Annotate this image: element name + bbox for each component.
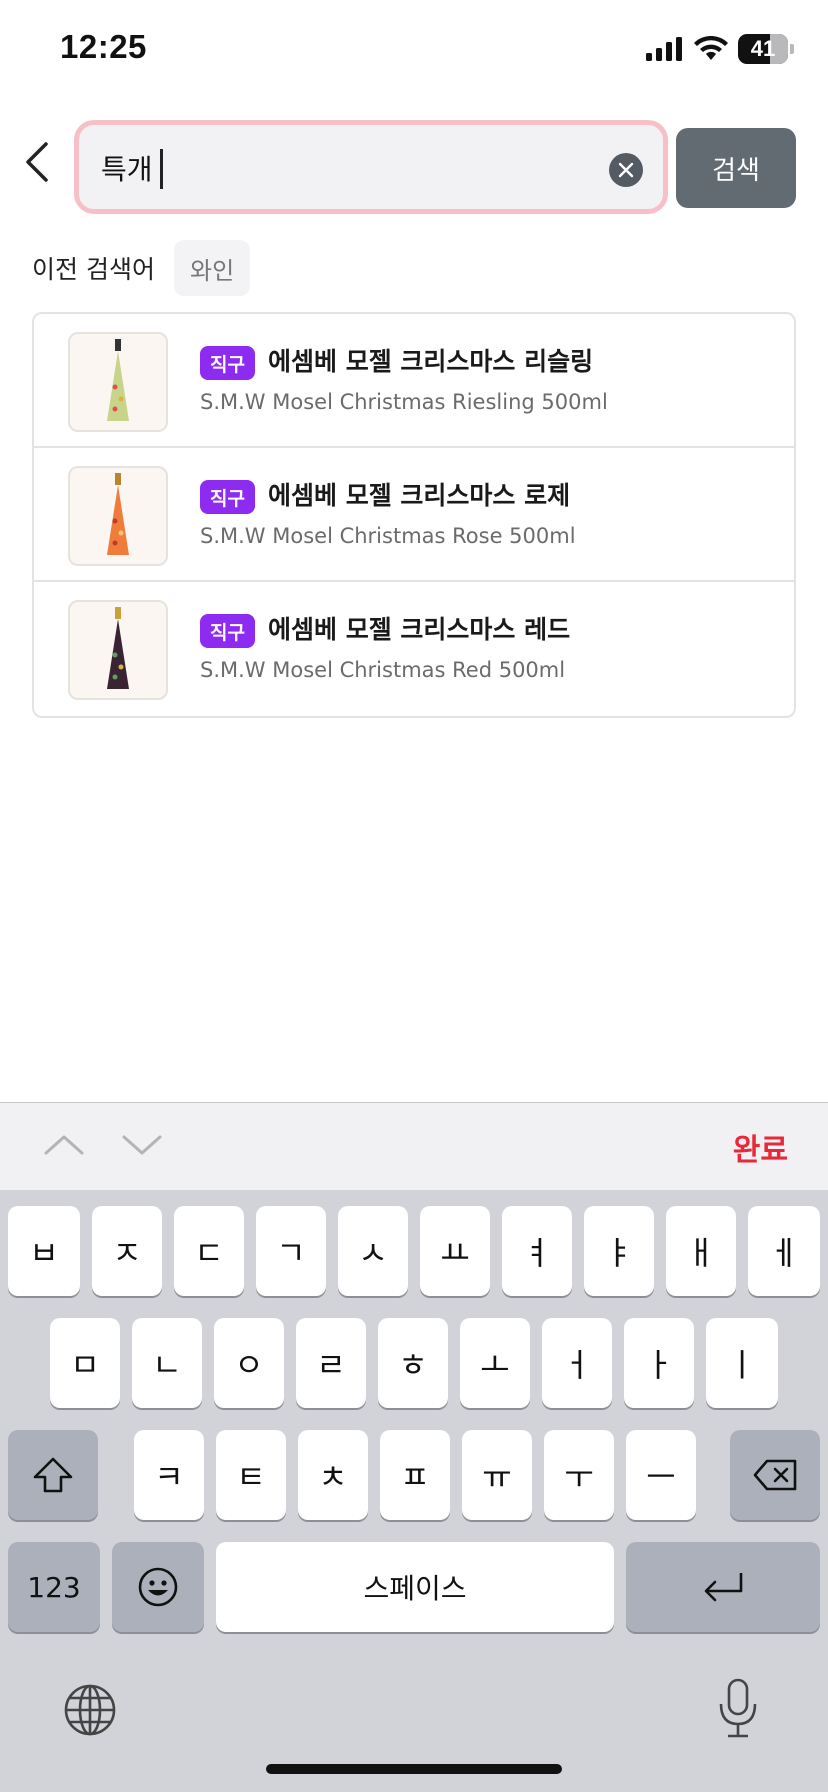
done-button[interactable]: 완료 [733, 1125, 788, 1169]
search-box[interactable] [74, 120, 668, 214]
back-button[interactable] [22, 140, 62, 190]
wine-bottle-image [107, 339, 129, 421]
product-subtitle: S.M.W Mosel Christmas Red 500ml [200, 658, 566, 682]
product-subtitle: S.M.W Mosel Christmas Riesling 500ml [200, 390, 608, 414]
key[interactable]: ㅋ [134, 1430, 204, 1520]
status-icons: 41 [646, 34, 794, 64]
shift-key[interactable] [8, 1430, 98, 1520]
clear-search-button[interactable] [609, 153, 643, 187]
product-title: 에셈베 모젤 크리스마스 리슬링 [268, 347, 594, 376]
key[interactable]: ㅊ [298, 1430, 368, 1520]
key[interactable]: ㅎ [378, 1318, 448, 1408]
microphone-icon [719, 1678, 757, 1738]
key[interactable]: ㅔ [748, 1206, 820, 1296]
product-subtitle: S.M.W Mosel Christmas Rose 500ml [200, 524, 576, 548]
key[interactable]: ㄹ [296, 1318, 366, 1408]
previous-field-button[interactable] [42, 1125, 86, 1169]
text-caret [160, 149, 163, 189]
space-key[interactable]: 스페이스 [216, 1542, 614, 1632]
chevron-down-icon [122, 1135, 162, 1155]
key[interactable]: ㅏ [624, 1318, 694, 1408]
product-thumbnail [68, 466, 168, 566]
key[interactable]: ㄴ [132, 1318, 202, 1408]
wine-bottle-image [107, 473, 129, 555]
wifi-icon [694, 36, 728, 60]
emoji-icon [138, 1567, 178, 1607]
key[interactable]: ㅐ [666, 1206, 736, 1296]
search-results-list: 직구 에셈베 모젤 크리스마스 리슬링 S.M.W Mosel Christma… [32, 312, 796, 718]
key[interactable]: ㅌ [216, 1430, 286, 1520]
shift-icon [33, 1457, 73, 1493]
signal-icon [646, 37, 682, 61]
search-button[interactable]: 검색 [676, 128, 796, 208]
product-thumbnail [68, 600, 168, 700]
key[interactable]: ㅜ [544, 1430, 614, 1520]
keyboard-toolbar: 완료 [0, 1102, 828, 1190]
key[interactable]: ㅁ [50, 1318, 120, 1408]
battery-tip [790, 44, 794, 54]
search-input[interactable] [101, 147, 581, 189]
emoji-key[interactable] [112, 1542, 204, 1632]
status-time: 12:25 [60, 28, 147, 65]
key[interactable]: ㄱ [256, 1206, 326, 1296]
result-item[interactable]: 직구 에셈베 모젤 크리스마스 로제 S.M.W Mosel Christmas… [34, 448, 794, 582]
direct-purchase-badge: 직구 [200, 346, 255, 380]
key[interactable]: ㅛ [420, 1206, 490, 1296]
key[interactable]: ㅡ [626, 1430, 696, 1520]
battery-level: 41 [750, 36, 776, 61]
key[interactable]: ㅅ [338, 1206, 408, 1296]
globe-icon [64, 1684, 116, 1736]
direct-purchase-badge: 직구 [200, 480, 255, 514]
key[interactable]: ㅇ [214, 1318, 284, 1408]
backspace-icon [753, 1459, 797, 1491]
close-icon [618, 162, 634, 178]
status-bar: 12:25 41 [0, 0, 828, 100]
recent-search-chip[interactable]: 와인 [174, 240, 251, 296]
next-field-button[interactable] [120, 1125, 164, 1169]
key[interactable]: ㅕ [502, 1206, 572, 1296]
result-item[interactable]: 직구 에셈베 모젤 크리스마스 레드 S.M.W Mosel Christmas… [34, 582, 794, 716]
product-title: 에셈베 모젤 크리스마스 레드 [268, 615, 571, 644]
key[interactable]: ㅣ [706, 1318, 778, 1408]
chevron-left-icon [26, 142, 48, 182]
keyboard: ㅂ ㅈ ㄷ ㄱ ㅅ ㅛ ㅕ ㅑ ㅐ ㅔ ㅁ ㄴ ㅇ ㄹ ㅎ ㅗ ㅓ ㅏ ㅣ ㅋ … [0, 1190, 828, 1792]
key[interactable]: ㅠ [462, 1430, 532, 1520]
return-key[interactable] [626, 1542, 820, 1632]
return-icon [704, 1573, 743, 1602]
direct-purchase-badge: 직구 [200, 614, 255, 648]
wine-bottle-image [107, 607, 129, 689]
product-title: 에셈베 모젤 크리스마스 로제 [268, 481, 571, 510]
globe-button[interactable] [62, 1682, 118, 1742]
key[interactable]: ㅍ [380, 1430, 450, 1520]
result-item[interactable]: 직구 에셈베 모젤 크리스마스 리슬링 S.M.W Mosel Christma… [34, 314, 794, 448]
key[interactable]: ㅈ [92, 1206, 162, 1296]
key[interactable]: ㅗ [460, 1318, 530, 1408]
chevron-up-icon [44, 1135, 84, 1155]
key[interactable]: ㅓ [542, 1318, 612, 1408]
key[interactable]: ㄷ [174, 1206, 244, 1296]
numbers-key[interactable]: 123 [8, 1542, 100, 1632]
recent-searches-label: 이전 검색어 [32, 255, 155, 284]
battery-icon: 41 [738, 34, 788, 64]
key[interactable]: ㅑ [584, 1206, 654, 1296]
backspace-key[interactable] [730, 1430, 820, 1520]
product-thumbnail [68, 332, 168, 432]
key[interactable]: ㅂ [8, 1206, 80, 1296]
home-indicator [266, 1764, 562, 1774]
microphone-button[interactable] [716, 1676, 760, 1744]
